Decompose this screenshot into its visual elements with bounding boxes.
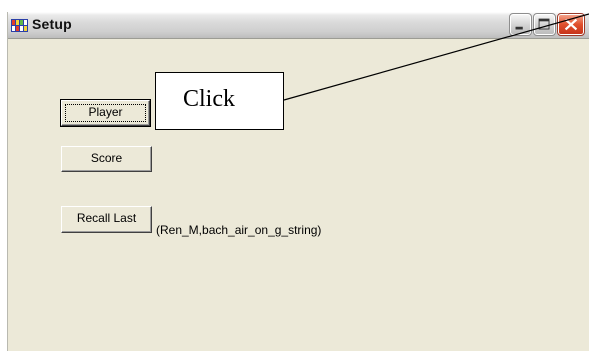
maximize-icon [538,18,550,30]
close-button[interactable] [557,13,585,36]
player-button[interactable]: Player [60,99,151,127]
callout-text: Click [183,86,235,112]
player-button-label: Player [88,105,123,119]
window-title: Setup [32,16,72,32]
recall-last-button-label: Recall Last [76,211,137,225]
recall-info-text: (Ren_M,bach_air_on_g_string) [156,223,322,237]
click-callout: Click [155,72,284,130]
setup-app-icon [11,19,28,32]
setup-window: Setup Player Score Recall Last (Ren_M,ba… [7,12,589,351]
score-button-label: Score [90,151,123,165]
maximize-button[interactable] [533,13,556,36]
close-icon [564,18,578,31]
minimize-icon [515,26,523,30]
dialog-client-area: Player Score Recall Last (Ren_M,bach_air… [8,39,589,351]
minimize-button[interactable] [509,13,532,36]
score-button[interactable]: Score [61,146,152,172]
recall-last-button[interactable]: Recall Last [61,206,152,233]
title-bar[interactable]: Setup [8,12,589,39]
